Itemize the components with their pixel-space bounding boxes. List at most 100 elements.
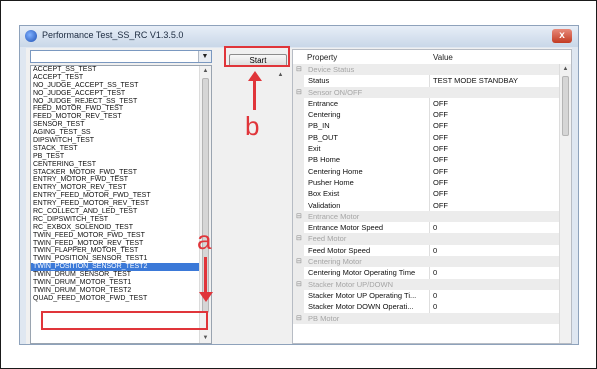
test-list-item[interactable]: ENTRY_FEED_MOTOR_REV_TEST [31, 200, 199, 208]
property-row[interactable]: PB_OUT OFF [293, 131, 561, 144]
property-row[interactable]: Exit OFF [293, 143, 561, 155]
property-row[interactable]: Validation OFF [293, 199, 561, 211]
property-row[interactable]: Status TEST MODE STANDBAY [293, 75, 561, 87]
property-row[interactable]: Stacker Motor DOWN Operati... 0 [293, 301, 561, 313]
property-row[interactable]: PB_IN OFF [293, 120, 561, 132]
property-category[interactable]: ⊟ Sensor ON/OFF [293, 86, 561, 98]
property-row[interactable]: Pusher Home OFF [293, 176, 561, 189]
test-list-item[interactable]: ACCEPT_TEST [31, 74, 199, 82]
property-row[interactable]: PB Home OFF [293, 154, 561, 166]
property-row[interactable]: Centering Motor Operating Time 0 [293, 267, 561, 279]
property-value: OFF [433, 189, 448, 199]
test-list-item[interactable]: TWIN_DRUM_MOTOR_TEST1 [31, 279, 199, 287]
property-category[interactable]: ⊟ Device Status [293, 64, 561, 76]
scroll-up-icon[interactable]: ▲ [200, 66, 211, 76]
test-list-item[interactable]: STACKER_MOTOR_FWD_TEST [31, 169, 199, 177]
property-category[interactable]: ⊟ Stacker Motor UP/DOWN [293, 278, 561, 290]
collapse-icon[interactable]: ⊟ [296, 233, 302, 244]
property-value: 0 [433, 290, 438, 300]
property-grid-scrollbar[interactable]: ▲ [559, 64, 571, 343]
test-list-item[interactable]: TWIN_DRUM_SENSOR_TEST [31, 271, 199, 279]
property-row[interactable]: Box Exist OFF [293, 188, 561, 200]
property-row[interactable]: Entrance Motor Speed 0 [293, 222, 561, 234]
test-list-item[interactable]: TWIN_POSITION_SENSOR_TEST1 [31, 255, 199, 263]
test-list-item[interactable]: CENTERING_TEST [31, 161, 199, 169]
property-name: Centering [308, 110, 341, 120]
test-list-item[interactable]: ACCEPT_SS_TEST [31, 66, 199, 74]
scroll-thumb[interactable] [562, 76, 569, 136]
window-title: Performance Test_SS_RC V1.3.5.0 [42, 30, 184, 40]
property-category[interactable]: ⊟ Entrance Motor [293, 210, 561, 223]
test-list-item[interactable]: QUAD_FEED_MOTOR_FWD_TEST [31, 295, 199, 303]
property-value: 0 [433, 223, 438, 233]
property-category[interactable]: ⊟ Feed Motor [293, 233, 561, 245]
collapse-icon[interactable]: ⊟ [296, 279, 302, 290]
property-row[interactable]: Stacker Motor UP Operating Ti... 0 [293, 289, 561, 302]
row-indent [293, 165, 304, 177]
test-list-item[interactable]: RC_EXBOX_SOLENOID_TEST [31, 224, 199, 232]
collapse-icon[interactable]: ⊟ [296, 313, 302, 324]
test-list-item[interactable]: ENTRY_FEED_MOTOR_FWD_TEST [31, 192, 199, 200]
test-list-item[interactable]: AGING_TEST_SS [31, 129, 199, 137]
property-name: Entrance Motor Speed [308, 223, 384, 233]
test-list-item[interactable]: ENTRY_MOTOR_REV_TEST [31, 184, 199, 192]
property-name: Stacker Motor DOWN Operati... [308, 302, 414, 312]
close-button[interactable]: x [552, 29, 572, 43]
category-name: PB Motor [308, 313, 340, 323]
category-name: Sensor ON/OFF [308, 87, 363, 97]
property-name: Validation [308, 200, 341, 210]
test-list-item[interactable]: RC_DIPSWITCH_TEST [31, 216, 199, 224]
column-divider [429, 188, 430, 200]
row-indent [293, 176, 304, 189]
splitter-scrollbar[interactable]: ▲ [275, 70, 287, 344]
test-list[interactable]: ACCEPT_SS_TEST ACCEPT_TEST NO_JUDGE_ACCEPT… [30, 65, 212, 344]
test-list-item[interactable]: TWIN_FEED_MOTOR_FWD_TEST [31, 232, 199, 240]
property-name: Exit [308, 144, 321, 154]
test-list-item[interactable]: STACK_TEST [31, 145, 199, 153]
test-list-item[interactable]: FEED_MOTOR_FWD_TEST [31, 105, 199, 113]
chevron-down-icon[interactable]: ▼ [198, 51, 211, 62]
row-indent [293, 267, 304, 279]
test-list-item[interactable]: TWIN_DRUM_MOTOR_TEST2 [31, 287, 199, 295]
row-indent [293, 199, 304, 211]
collapse-icon[interactable]: ⊟ [296, 87, 302, 98]
test-filter-combobox[interactable]: ▼ [30, 50, 212, 63]
scroll-up-icon[interactable]: ▲ [560, 64, 571, 74]
test-list-item[interactable]: NO_JUDGE_ACCEPT_SS_TEST [31, 82, 199, 90]
test-list-item[interactable]: PB_TEST [31, 153, 199, 161]
test-list-item[interactable]: FEED_MOTOR_REV_TEST [31, 113, 199, 121]
property-value: 0 [433, 268, 438, 278]
collapse-icon[interactable]: ⊟ [296, 256, 302, 267]
column-divider [429, 97, 430, 110]
test-list-item[interactable]: NO_JUDGE_ACCEPT_TEST [31, 90, 199, 98]
collapse-icon[interactable]: ⊟ [296, 211, 302, 222]
test-list-item[interactable]: DIPSWITCH_TEST [31, 137, 199, 145]
property-row[interactable]: Feed Motor Speed 0 [293, 244, 561, 257]
test-list-item[interactable]: NO_JUDGE_REJECT_SS_TEST [31, 98, 199, 106]
test-list-item[interactable]: TWIN_FEED_MOTOR_REV_TEST [31, 240, 199, 248]
test-list-item[interactable]: ENTRY_MOTOR_FWD_TEST [31, 176, 199, 184]
property-value: OFF [433, 121, 448, 131]
test-list-item[interactable]: SENSOR_TEST [31, 121, 199, 129]
app-window: Performance Test_SS_RC V1.3.5.0 x ▼ ACCE… [19, 25, 579, 345]
test-list-item[interactable]: RC_COLLECT_AND_LED_TEST [31, 208, 199, 216]
row-indent [293, 131, 304, 144]
property-row[interactable]: Centering Home OFF [293, 165, 561, 177]
column-divider [429, 176, 430, 189]
row-indent [293, 244, 304, 257]
property-category[interactable]: ⊟ PB Motor [293, 312, 561, 324]
column-divider [429, 222, 430, 234]
column-divider [429, 131, 430, 144]
test-list-item[interactable]: TWIN_POSITION_SENSOR_TEST2 [31, 263, 199, 272]
property-grid[interactable]: Property Value ⊟ Device Status Status TEST … [292, 49, 572, 344]
scroll-down-icon[interactable]: ▼ [200, 333, 211, 343]
scroll-up-icon[interactable]: ▲ [275, 70, 286, 80]
collapse-icon[interactable]: ⊟ [296, 64, 302, 75]
test-list-item[interactable]: TWIN_FLAPPER_MOTOR_TEST [31, 247, 199, 255]
property-value: 0 [433, 245, 438, 255]
property-category[interactable]: ⊟ Centering Motor [293, 256, 561, 268]
property-value: OFF [433, 98, 448, 108]
property-row[interactable]: Entrance OFF [293, 97, 561, 110]
property-row[interactable]: Centering OFF [293, 109, 561, 121]
client-area: ▼ ACCEPT_SS_TEST ACCEPT_TEST NO_JUDGE_ACCE… [26, 48, 572, 344]
